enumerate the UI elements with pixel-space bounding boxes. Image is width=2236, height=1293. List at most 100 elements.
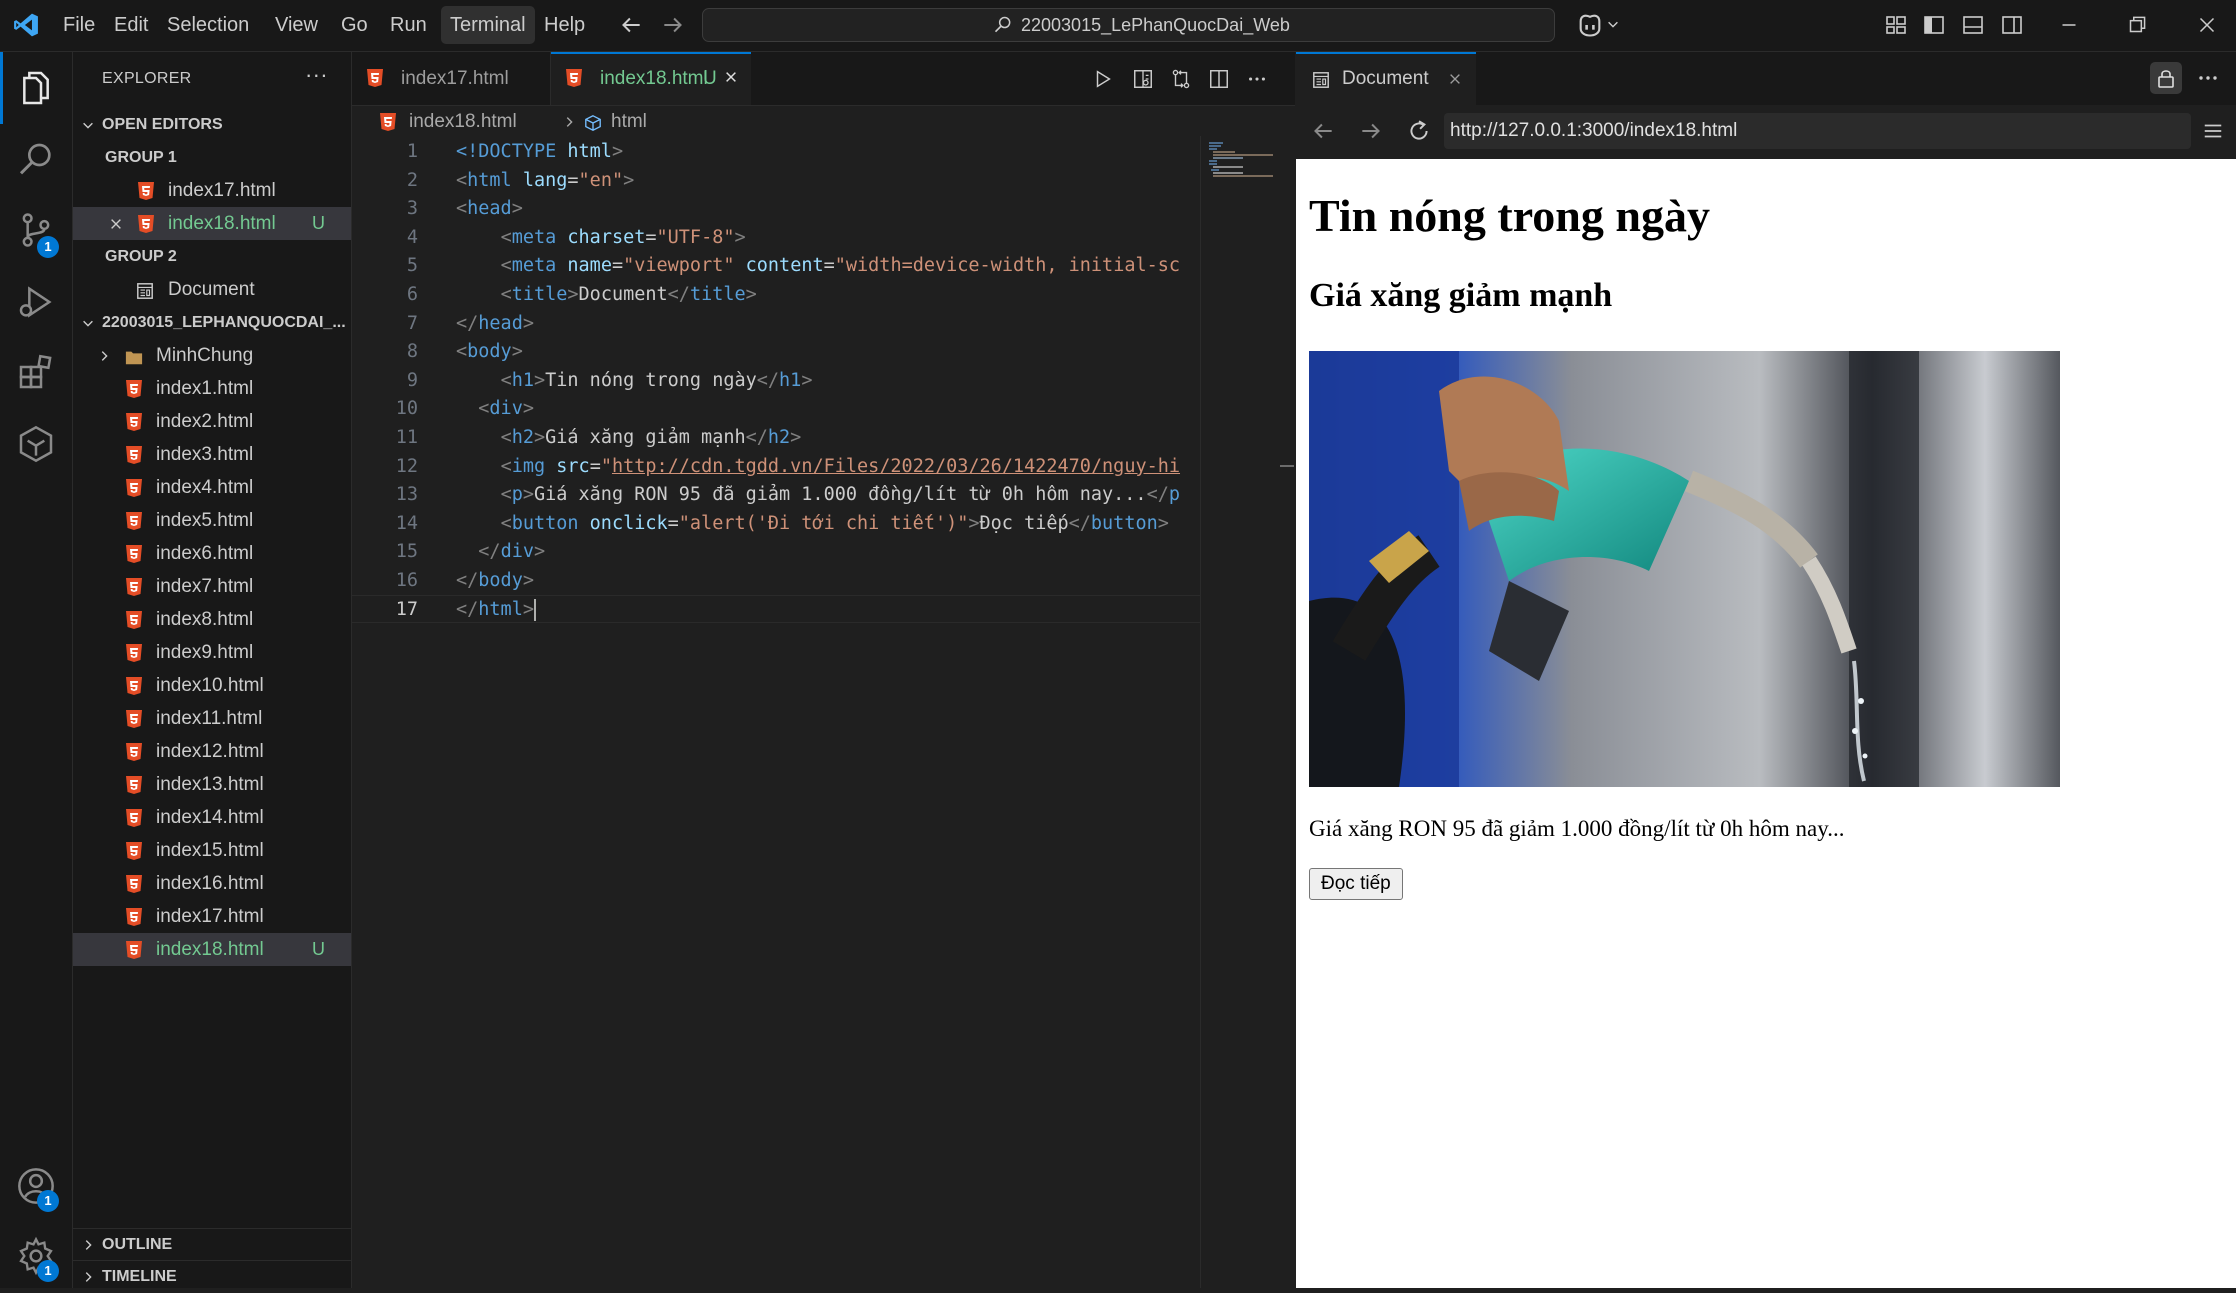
tab-document[interactable]: Document	[1296, 52, 1476, 105]
open-editor-item[interactable]: index17.html	[73, 174, 351, 207]
menu-help[interactable]: Help	[535, 6, 594, 44]
menu-run[interactable]: Run	[381, 6, 436, 44]
code-token: src	[556, 455, 590, 477]
code-line[interactable]: 5 <meta name="viewport" content="width=d…	[352, 252, 1200, 281]
minimize-icon[interactable]	[2056, 12, 2082, 38]
code-line-current[interactable]: 17 </html>	[352, 596, 1200, 625]
code-line[interactable]: 13 <p>Giá xăng RON 95 đã giảm 1.000 đồng…	[352, 481, 1200, 510]
reload-icon[interactable]	[1406, 118, 1432, 144]
outline-section[interactable]: OUTLINE	[73, 1228, 351, 1261]
tab-index17[interactable]: index17.html	[352, 52, 551, 105]
file-item[interactable]: index4.html	[73, 471, 351, 504]
open-editor-item-active[interactable]: index18.html U	[73, 207, 351, 240]
file-item[interactable]: index5.html	[73, 504, 351, 537]
arrow-right-icon[interactable]	[660, 12, 686, 38]
split-editor-icon[interactable]	[1208, 68, 1230, 90]
html5-icon	[126, 842, 142, 860]
menu-go[interactable]: Go	[332, 6, 377, 44]
file-item[interactable]: index17.html	[73, 900, 351, 933]
toggle-secondary-sidebar-icon[interactable]	[2000, 13, 2024, 37]
arrow-left-icon[interactable]	[618, 12, 644, 38]
code-line[interactable]: 2 <html lang="en">	[352, 167, 1200, 196]
close-icon[interactable]	[1448, 72, 1462, 86]
code-line[interactable]: 12 <img src="http://cdn.tgdd.vn/Files/20…	[352, 453, 1200, 482]
breadcrumb-file[interactable]: index18.html	[409, 108, 517, 136]
code-line[interactable]: 7 </head>	[352, 310, 1200, 339]
tab-index18[interactable]: index18.html U	[551, 52, 751, 105]
search-icon[interactable]	[16, 140, 56, 180]
compare-changes-icon[interactable]	[1170, 68, 1192, 90]
file-label: index9.html	[156, 642, 254, 663]
open-editor-item[interactable]: Document	[73, 273, 351, 306]
code-line[interactable]: 6 <title>Document</title>	[352, 281, 1200, 310]
code-token: img	[511, 455, 546, 477]
code-line[interactable]: 10 <div>	[352, 395, 1200, 424]
toggle-panel-icon[interactable]	[1961, 13, 1985, 37]
code-line[interactable]: 4 <meta charset="UTF-8">	[352, 224, 1200, 253]
close-icon[interactable]	[724, 70, 738, 84]
code-token: h2	[767, 427, 791, 448]
toggle-primary-sidebar-icon[interactable]	[1922, 13, 1946, 37]
scrollbar-marker[interactable]	[1280, 465, 1294, 467]
more-actions-icon[interactable]: ···	[305, 62, 328, 88]
menu-icon[interactable]	[2202, 120, 2224, 142]
timeline-section[interactable]: TIMELINE	[73, 1260, 351, 1293]
file-item[interactable]: index10.html	[73, 669, 351, 702]
file-item[interactable]: index11.html	[73, 702, 351, 735]
arrow-right-icon[interactable]	[1358, 118, 1384, 144]
menu-view[interactable]: View	[266, 6, 327, 44]
customize-layout-icon[interactable]	[1884, 13, 1908, 37]
run-debug-icon[interactable]	[16, 282, 56, 322]
workspace-header[interactable]: 22003015_LEPHANQUOCDAI_...	[73, 306, 351, 339]
file-item[interactable]: index18.html U	[73, 933, 351, 966]
code-line[interactable]: 15 </div>	[352, 538, 1200, 567]
more-actions-icon[interactable]	[2196, 68, 2220, 88]
extensions-icon[interactable]	[16, 352, 56, 392]
code-line[interactable]: 11 <h2>Giá xăng giảm mạnh</h2>	[352, 424, 1200, 453]
code-line[interactable]: 8 <body>	[352, 338, 1200, 367]
command-center[interactable]: 22003015_LePhanQuocDai_Web	[702, 8, 1555, 42]
run-icon[interactable]	[1092, 68, 1114, 90]
menu-terminal[interactable]: Terminal	[441, 6, 535, 44]
menu-selection[interactable]: Selection	[158, 6, 258, 44]
tab-label: index18.html	[600, 68, 708, 89]
file-item[interactable]: index8.html	[73, 603, 351, 636]
menu-file[interactable]: File	[54, 6, 104, 44]
lock-group-button[interactable]	[2150, 62, 2182, 94]
file-item[interactable]: index6.html	[73, 537, 351, 570]
open-editors-header[interactable]: OPEN EDITORS	[73, 108, 351, 141]
code-line[interactable]: 9 <h1>Tin nóng trong ngày</h1>	[352, 367, 1200, 396]
code-line[interactable]: 16 </body>	[352, 567, 1200, 596]
file-item[interactable]: index14.html	[73, 801, 351, 834]
minimap[interactable]	[1200, 136, 1276, 1288]
file-item[interactable]: index3.html	[73, 438, 351, 471]
read-more-button[interactable]: Đọc tiếp	[1309, 868, 1403, 900]
arrow-left-icon[interactable]	[1310, 118, 1336, 144]
chevron-down-icon[interactable]	[1606, 17, 1620, 31]
file-item[interactable]: index13.html	[73, 768, 351, 801]
file-item[interactable]: index12.html	[73, 735, 351, 768]
folder-item[interactable]: MinhChung	[73, 339, 351, 372]
file-item[interactable]: index9.html	[73, 636, 351, 669]
copilot-icon[interactable]	[1576, 11, 1604, 39]
breadcrumb-symbol[interactable]: html	[611, 108, 647, 136]
close-window-icon[interactable]	[2194, 12, 2220, 38]
file-item[interactable]: index7.html	[73, 570, 351, 603]
code-link[interactable]: http://cdn.tgdd.vn/Files/2022/03/26/1422…	[612, 456, 1180, 477]
code-line[interactable]: 3 <head>	[352, 195, 1200, 224]
remote-explorer-icon[interactable]	[16, 424, 56, 464]
close-icon[interactable]	[109, 217, 123, 231]
explorer-icon[interactable]	[16, 68, 56, 108]
file-item[interactable]: index15.html	[73, 834, 351, 867]
code-line[interactable]: 1 <!DOCTYPE html>	[352, 138, 1200, 167]
file-label: index1.html	[156, 378, 254, 399]
open-preview-icon[interactable]	[1132, 68, 1154, 90]
url-input[interactable]: http://127.0.0.1:3000/index18.html	[1444, 113, 2191, 149]
menu-edit[interactable]: Edit	[105, 6, 157, 44]
restore-icon[interactable]	[2124, 12, 2150, 38]
code-line[interactable]: 14 <button onclick="alert('Đi tới chi ti…	[352, 510, 1200, 539]
file-item[interactable]: index1.html	[73, 372, 351, 405]
file-item[interactable]: index2.html	[73, 405, 351, 438]
file-item[interactable]: index16.html	[73, 867, 351, 900]
more-actions-icon[interactable]	[1246, 68, 1268, 90]
